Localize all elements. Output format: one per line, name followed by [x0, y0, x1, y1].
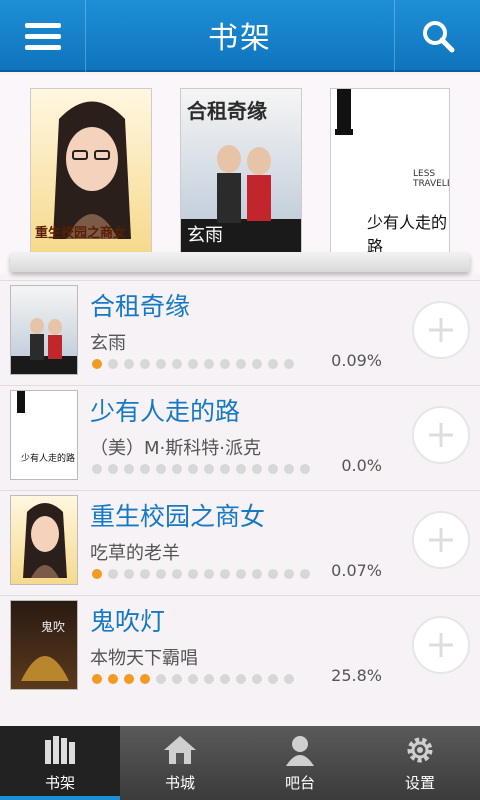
add-button[interactable] — [412, 511, 470, 569]
bookshelf-display: 重生校园之商女 合租奇缘 玄雨 LESS TRAVELED 少有人走的路 — [0, 74, 480, 274]
add-button[interactable] — [412, 406, 470, 464]
page-title: 书架 — [208, 21, 272, 56]
progress-percent: 0.07% — [331, 561, 382, 580]
add-button[interactable] — [412, 616, 470, 674]
list-item[interactable]: 鬼吹 鬼吹灯 本物天下霸唱 25.8% — [0, 595, 480, 700]
cover-3-subtitle: LESS TRAVELED — [413, 169, 449, 189]
list-item[interactable]: 重生校园之商女 吃草的老羊 0.07% — [0, 490, 480, 595]
book-title[interactable]: 重生校园之商女 — [90, 497, 265, 533]
book-thumbnail — [10, 285, 78, 375]
plus-icon — [429, 528, 453, 552]
book-author: 玄雨 — [90, 333, 126, 354]
tab-bookshelf[interactable]: 书架 — [0, 726, 120, 800]
progress-dots — [92, 674, 294, 684]
tab-bookstore[interactable]: 书城 — [120, 726, 240, 800]
menu-icon — [24, 17, 61, 56]
book-cover-2[interactable]: 合租奇缘 玄雨 — [180, 88, 302, 254]
tab-label: 书城 — [164, 773, 195, 792]
book-thumbnail: 鬼吹 — [10, 600, 78, 690]
book-title[interactable]: 合租奇缘 — [90, 287, 190, 323]
progress-dots — [92, 569, 310, 579]
svg-text:鬼吹: 鬼吹 — [41, 619, 65, 634]
list-item[interactable]: 少有人走的路 少有人走的路 （美）M·斯科特·派克 0.0% — [0, 385, 480, 490]
tab-label: 吧台 — [284, 773, 315, 792]
book-author: 本物天下霸唱 — [90, 648, 198, 669]
top-bar: 书架 — [0, 0, 480, 72]
shelf-board — [10, 252, 470, 272]
search-icon — [422, 21, 454, 53]
book-title[interactable]: 鬼吹灯 — [90, 602, 165, 638]
cover-3-caption: 少有人走的路 — [367, 213, 448, 254]
plus-icon — [429, 423, 453, 447]
tab-bar[interactable]: 吧台 — [240, 726, 360, 800]
bookshelf-icon — [45, 735, 75, 764]
search-button[interactable] — [394, 0, 480, 72]
tab-label: 设置 — [404, 773, 435, 792]
progress-percent: 0.09% — [331, 351, 382, 370]
progress-dots — [92, 464, 310, 474]
home-icon — [164, 735, 196, 764]
book-cover-1[interactable]: 重生校园之商女 — [30, 88, 152, 254]
menu-button[interactable] — [0, 0, 86, 72]
cover-2-caption: 玄雨 — [187, 225, 223, 246]
book-title[interactable]: 少有人走的路 — [90, 392, 240, 428]
progress-percent: 0.0% — [341, 456, 382, 475]
progress-percent: 25.8% — [331, 666, 382, 685]
cover-1-caption: 重生校园之商女 — [35, 226, 127, 241]
book-author: 吃草的老羊 — [90, 543, 180, 564]
book-thumbnail — [10, 495, 78, 585]
gear-icon — [407, 737, 433, 762]
user-icon — [286, 735, 314, 766]
svg-text:少有人走的路: 少有人走的路 — [21, 452, 75, 464]
list-item[interactable]: 合租奇缘 玄雨 0.09% — [0, 280, 480, 385]
plus-icon — [429, 318, 453, 342]
book-thumbnail: 少有人走的路 — [10, 390, 78, 480]
tab-settings[interactable]: 设置 — [360, 726, 480, 800]
progress-dots — [92, 359, 294, 369]
bottom-tab-bar: 书架 书城 吧台 设置 — [0, 726, 480, 800]
tab-label: 书架 — [44, 773, 75, 792]
book-cover-3[interactable]: LESS TRAVELED 少有人走的路 — [330, 88, 450, 254]
plus-icon — [429, 633, 453, 657]
add-button[interactable] — [412, 301, 470, 359]
cover-2-title: 合租奇缘 — [187, 99, 267, 123]
book-author: （美）M·斯科特·派克 — [90, 438, 261, 459]
